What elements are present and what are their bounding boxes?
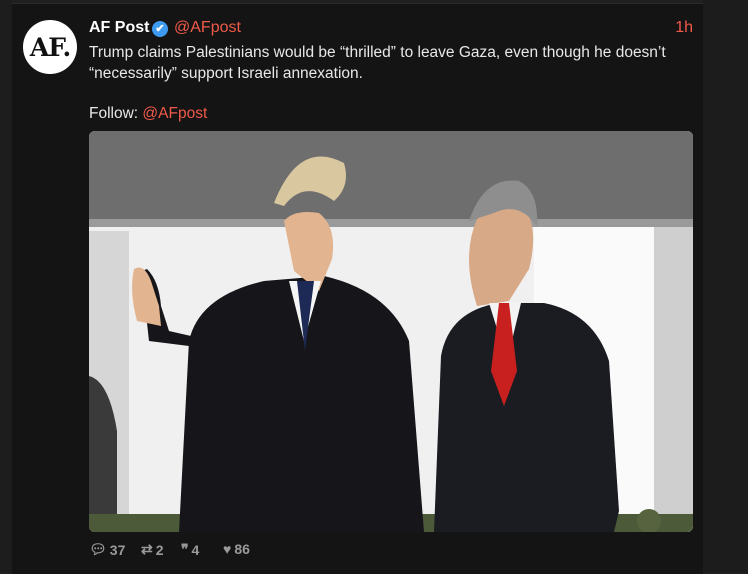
timestamp[interactable]: 1h [675, 19, 693, 37]
author-name[interactable]: AF Post [89, 19, 149, 37]
avatar-logo-text: AF. [29, 32, 71, 62]
verified-badge-icon: ✔ [152, 21, 168, 37]
follow-line: Follow: @AFpost [89, 105, 207, 123]
quote-action[interactable]: ❞ 4 [181, 541, 199, 558]
tweet-text: Trump claims Palestinians would be “thri… [89, 44, 666, 82]
tweet-photo[interactable] [89, 131, 693, 532]
left-gutter [0, 0, 12, 573]
follow-link[interactable]: @AFpost [142, 105, 207, 122]
retweet-icon: ⇄ [141, 541, 153, 557]
heart-icon: ♥ [223, 541, 232, 557]
comment-icon: 💬︎ [89, 541, 107, 557]
reply-action[interactable]: 💬︎ 37 [89, 541, 125, 558]
tweet-card: AF. AF Post ✔ @AFpost 1h Trump claims Pa… [12, 3, 703, 574]
like-action[interactable]: ♥ 86 [223, 541, 250, 557]
quote-count: 4 [191, 541, 200, 558]
right-gutter [703, 0, 748, 573]
quote-icon: ❞ [181, 541, 189, 557]
author-handle[interactable]: @AFpost [174, 19, 241, 37]
retweet-count: 2 [155, 541, 164, 558]
photo-illustration [89, 131, 693, 532]
follow-label: Follow: [89, 105, 143, 122]
retweet-action[interactable]: ⇄ 2 [141, 541, 164, 558]
avatar[interactable]: AF. [23, 20, 77, 74]
tweet-header: AF Post ✔ @AFpost 1h [89, 17, 693, 39]
like-count: 86 [234, 541, 250, 557]
reply-count: 37 [109, 541, 126, 558]
